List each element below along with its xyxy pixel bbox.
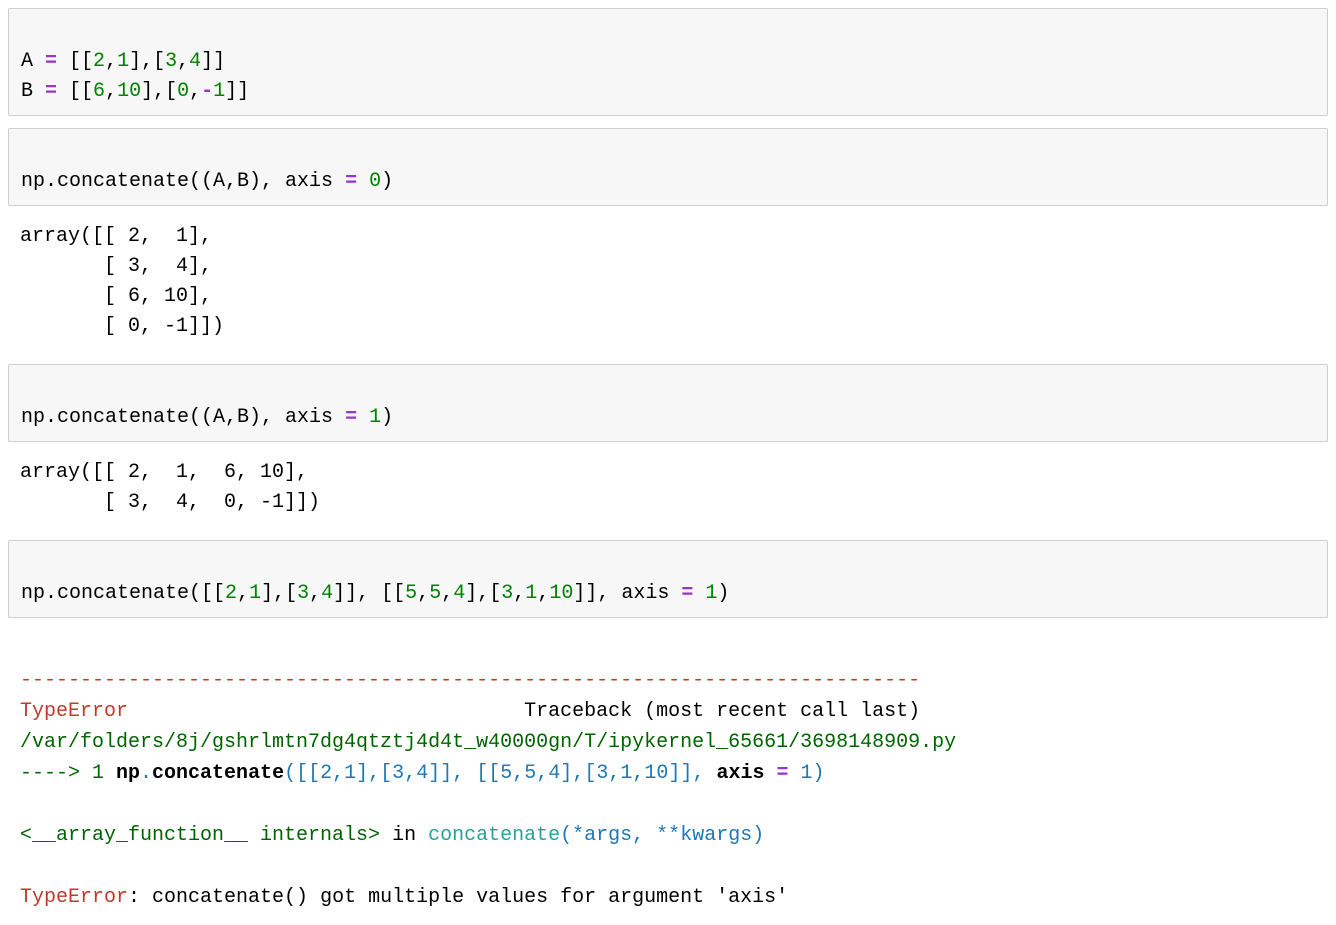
output-cell-axis0: array([[ 2, 1], [ 3, 4], [ 6, 10], [ 0, … — [8, 218, 1328, 356]
final-error-message: : concatenate() got multiple values for … — [128, 886, 788, 909]
error-path: /var/folders/8j/gshrlmtn7dg4qtztj4d4t_w4… — [20, 731, 956, 754]
code-cell-concat-axis1[interactable]: np.concatenate((A,B), axis = 1) — [8, 364, 1328, 442]
traceback-rule: ----------------------------------------… — [20, 669, 920, 692]
token-var: A — [21, 50, 33, 73]
code-cell-definitions[interactable]: A = [[2,1],[3,4]] B = [[6,10],[0,-1]] — [8, 8, 1328, 116]
output-cell-axis1: array([[ 2, 1, 6, 10], [ 3, 4, 0, -1]]) — [8, 454, 1328, 532]
token-op: = — [33, 50, 69, 73]
final-error-type: TypeError — [20, 886, 128, 909]
error-type: TypeError — [20, 700, 128, 723]
code-cell-error[interactable]: np.concatenate([[2,1],[3,4]], [[5,5,4],[… — [8, 540, 1328, 618]
error-arrow: ----> 1 — [20, 762, 104, 785]
code-cell-concat-axis0[interactable]: np.concatenate((A,B), axis = 0) — [8, 128, 1328, 206]
traceback-output: ----------------------------------------… — [8, 630, 1328, 917]
